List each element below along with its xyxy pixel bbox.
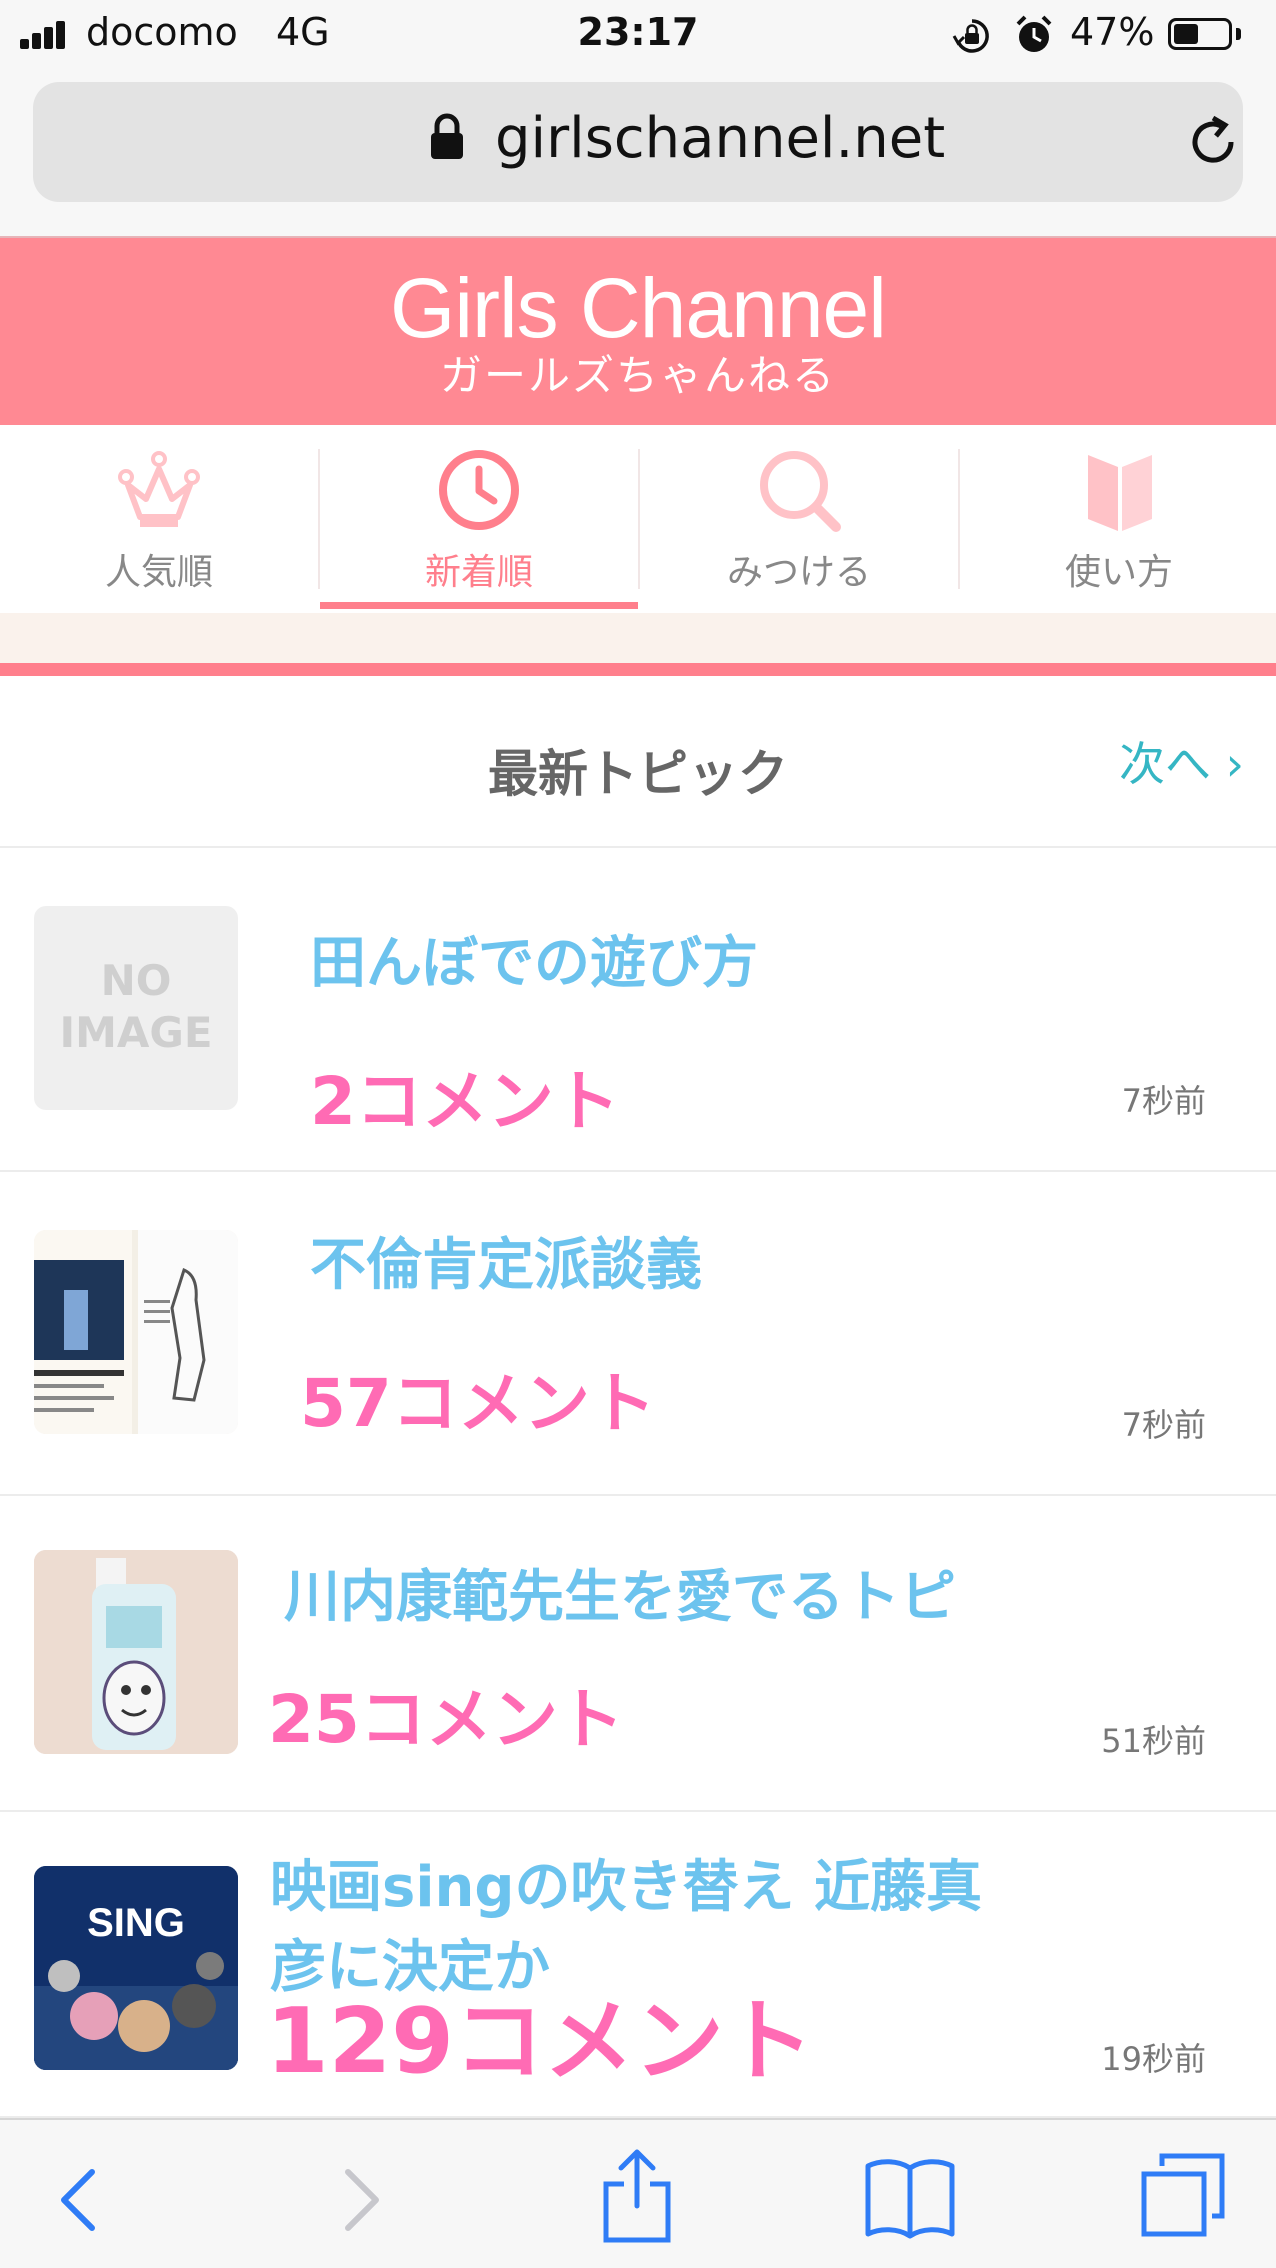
- topic-item[interactable]: NO IMAGE 田んぼでの遊び方 2コメント 7秒前: [0, 848, 1276, 1172]
- tab-howto[interactable]: 使い方: [960, 425, 1276, 613]
- search-icon: [760, 451, 841, 532]
- lock-icon: [431, 113, 463, 159]
- no-image-label: NO: [100, 956, 172, 1005]
- topic-title[interactable]: 不倫肯定派談義: [310, 1220, 1160, 1301]
- tabs-icon[interactable]: [1138, 2150, 1228, 2240]
- tab-discover[interactable]: みつける: [640, 425, 958, 613]
- topic-time: 51秒前: [1101, 1722, 1206, 1760]
- section-title: 最新トピック: [488, 745, 788, 803]
- tab-newest-label: 新着順: [424, 552, 533, 593]
- topic-comment-count: 25コメント: [268, 1681, 624, 1758]
- poster-title: SING: [87, 1901, 185, 1945]
- next-page-link[interactable]: 次へ ›: [1119, 728, 1244, 794]
- status-bar: docomo 4G 23:17 47%: [0, 0, 1276, 66]
- sing-poster-image: SING: [34, 1866, 238, 2070]
- topic-time: 7秒前: [1121, 1406, 1206, 1444]
- battery-icon: [1168, 18, 1232, 50]
- tab-popular[interactable]: 人気順: [0, 425, 318, 613]
- topic-comment-count: 2コメント: [310, 1063, 620, 1140]
- nav-spacer: [0, 613, 1276, 663]
- back-icon[interactable]: [40, 2160, 120, 2240]
- tab-popular-label: 人気順: [104, 552, 213, 593]
- battery-tip: [1236, 28, 1241, 40]
- topic-title[interactable]: 映画singの吹き替え 近藤真彦に決定か: [270, 1848, 1030, 2008]
- reload-icon[interactable]: [1183, 112, 1243, 172]
- browser-address-area: girlschannel.net: [0, 66, 1276, 238]
- site-logo-japanese: ガールズちゃんねる: [439, 351, 836, 400]
- tab-howto-label: 使い方: [1064, 552, 1173, 593]
- share-icon[interactable]: [594, 2146, 680, 2246]
- active-tab-indicator: [320, 602, 638, 609]
- battery-percentage: 47%: [1070, 10, 1155, 54]
- site-header[interactable]: Girls Channel ガールズちゃんねる: [0, 238, 1276, 425]
- bottle-image: [34, 1550, 238, 1754]
- topic-time: 19秒前: [1101, 2040, 1206, 2078]
- tab-newest[interactable]: 新着順: [320, 425, 638, 613]
- book-icon: [1088, 455, 1152, 531]
- alarm-icon: [1016, 15, 1052, 52]
- topic-comment-count: 129コメント: [266, 1989, 814, 2094]
- forward-icon[interactable]: [320, 2160, 400, 2240]
- topic-thumbnail: SING: [34, 1866, 238, 2070]
- browser-toolbar: [0, 2118, 1276, 2268]
- topic-thumbnail: [34, 1550, 238, 1754]
- book-covers-image: [34, 1230, 238, 1434]
- topic-item[interactable]: SING 映画singの吹き替え 近藤真彦に決定か 129コメント 19秒前: [0, 1812, 1276, 2118]
- section-header: 最新トピック 次へ ›: [0, 676, 1276, 848]
- main-nav: 人気順 新着順 みつける 使い方: [0, 425, 1276, 613]
- no-image-label: IMAGE: [59, 1008, 213, 1057]
- clock-icon: [439, 450, 519, 530]
- topic-thumbnail: NO IMAGE: [34, 906, 238, 1110]
- topic-item[interactable]: 不倫肯定派談義 57コメント 7秒前: [0, 1172, 1276, 1496]
- topic-title[interactable]: 田んぼでの遊び方: [310, 918, 1160, 999]
- rotation-lock-icon: [952, 19, 989, 53]
- bookmarks-icon[interactable]: [862, 2154, 958, 2240]
- topic-title[interactable]: 川内康範先生を愛でるトピ: [284, 1552, 1184, 1633]
- tab-discover-label: みつける: [726, 552, 871, 593]
- topic-thumbnail: [34, 1230, 238, 1434]
- accent-line: [0, 663, 1276, 676]
- address-bar[interactable]: girlschannel.net: [33, 82, 1243, 202]
- url-text[interactable]: girlschannel.net: [495, 106, 945, 171]
- crown-icon: [118, 451, 200, 527]
- topic-time: 7秒前: [1121, 1082, 1206, 1120]
- topic-item[interactable]: 川内康範先生を愛でるトピ 25コメント 51秒前: [0, 1496, 1276, 1812]
- topic-comment-count: 57コメント: [300, 1365, 656, 1442]
